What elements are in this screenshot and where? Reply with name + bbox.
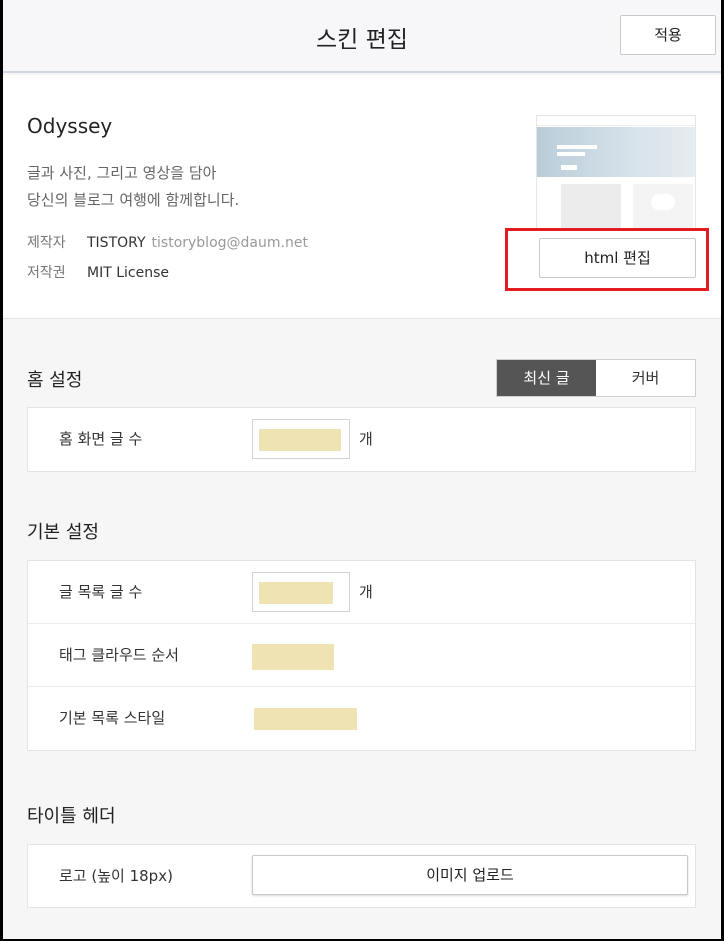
home-mode-toggle: 최신 글 커버: [496, 359, 696, 397]
license-label: 저작권: [27, 265, 66, 281]
author-name: TISTORY: [87, 235, 146, 251]
list-count-unit: 개: [359, 583, 373, 601]
author-email: tistoryblog@daum.net: [151, 235, 308, 251]
skin-info-panel: Odyssey 글과 사진, 그리고 영상을 담아 당신의 블로그 여행에 함께…: [3, 75, 721, 319]
tag-cloud-order-row: 태그 클라우드 순서: [28, 624, 695, 687]
preview-hero-line: [557, 152, 585, 156]
preview-card: [633, 184, 693, 229]
list-count-input[interactable]: [252, 572, 350, 612]
author-row: 제작자 TISTORY tistoryblog@daum.net: [27, 232, 308, 252]
skin-description-line1: 글과 사진, 그리고 영상을 담아: [27, 164, 217, 182]
home-post-count-unit: 개: [359, 430, 373, 448]
skin-description: 글과 사진, 그리고 영상을 담아 당신의 블로그 여행에 함께합니다.: [27, 160, 347, 214]
title-header-title: 타이틀 헤더: [27, 806, 116, 827]
top-bar: 스킨 편집 적용: [3, 0, 721, 73]
logo-label: 로고 (높이 18px): [59, 867, 173, 885]
preview-object: [651, 194, 675, 210]
tag-cloud-order-select[interactable]: [252, 644, 334, 670]
license-row: 저작권 MIT License: [27, 262, 169, 282]
html-edit-button[interactable]: html 편집: [539, 238, 696, 278]
home-post-count-row: 홈 화면 글 수 개: [28, 408, 695, 471]
home-settings-title: 홈 설정: [27, 370, 83, 391]
list-style-select[interactable]: [254, 708, 357, 730]
preview-nav: [537, 116, 695, 126]
preview-card: [561, 184, 621, 229]
skin-editor-window: 스킨 편집 적용 Odyssey 글과 사진, 그리고 영상을 담아 당신의 블…: [3, 0, 721, 939]
tag-cloud-order-label: 태그 클라우드 순서: [59, 646, 179, 664]
input-redacted-value: [259, 582, 333, 604]
skin-description-line2: 당신의 블로그 여행에 함께합니다.: [27, 191, 240, 209]
page-title: 스킨 편집: [316, 27, 408, 53]
list-style-row: 기본 목록 스타일: [28, 687, 695, 750]
list-count-label: 글 목록 글 수: [59, 583, 143, 601]
home-settings-panel: 홈 화면 글 수 개: [27, 407, 696, 472]
home-post-count-input[interactable]: [252, 419, 350, 459]
preview-hero: [537, 127, 695, 177]
home-post-count-label: 홈 화면 글 수: [59, 430, 143, 448]
logo-row: 로고 (높이 18px) 이미지 업로드: [28, 845, 695, 907]
skin-preview-thumbnail: [536, 115, 696, 230]
image-upload-button[interactable]: 이미지 업로드: [252, 855, 688, 895]
apply-button[interactable]: 적용: [620, 15, 716, 55]
input-redacted-value: [259, 429, 341, 451]
license-value: MIT License: [87, 265, 169, 281]
preview-hero-button: [561, 165, 577, 170]
preview-hero-line: [557, 145, 597, 149]
skin-name: Odyssey: [27, 114, 113, 138]
html-edit-highlight: html 편집: [505, 228, 709, 291]
list-count-row: 글 목록 글 수 개: [28, 561, 695, 624]
title-header-panel: 로고 (높이 18px) 이미지 업로드: [27, 844, 696, 908]
author-label: 제작자: [27, 235, 66, 251]
segment-latest-posts[interactable]: 최신 글: [497, 360, 596, 396]
segment-cover[interactable]: 커버: [596, 360, 695, 396]
basic-settings-panel: 글 목록 글 수 개 태그 클라우드 순서 기본 목록 스타일: [27, 560, 696, 751]
basic-settings-title: 기본 설정: [27, 522, 99, 543]
list-style-label: 기본 목록 스타일: [59, 709, 166, 727]
